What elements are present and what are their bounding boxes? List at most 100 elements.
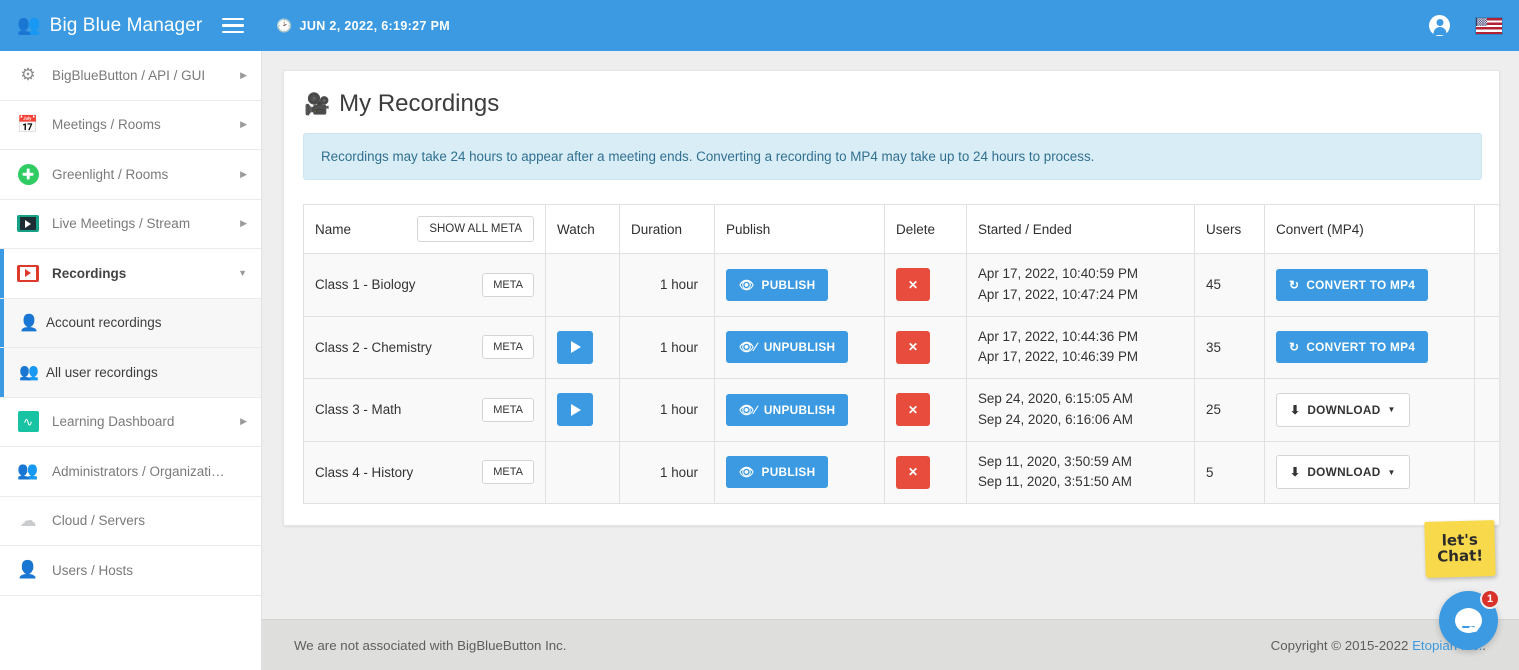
started-at: Sep 24, 2020, 6:15:05 AM	[978, 391, 1133, 407]
recordings-table: Name SHOW ALL META Watch Duration Publis…	[303, 204, 1499, 505]
publish-toggle-button[interactable]: 👁∕ UNPUBLISH	[726, 331, 849, 364]
publish-label: UNPUBLISH	[763, 340, 836, 355]
table-row: Class 1 - Biology META 1 hour 👁 PUBLISH ✕ Apr …	[303, 253, 1499, 317]
convert-to-mp4-button[interactable]: ↻ CONVERT TO MP4	[1276, 331, 1429, 364]
sidebar-item-greenlight[interactable]: Greenlight / Rooms ▶	[0, 150, 261, 200]
user-icon: 👤	[17, 560, 39, 580]
cell-delete: ✕	[884, 440, 967, 505]
cell-duration: 1 hour	[619, 315, 715, 380]
publish-toggle-button[interactable]: 👁 PUBLISH	[726, 456, 829, 489]
th-duration: Duration	[619, 204, 715, 254]
cell-convert: ⬇ DOWNLOAD ▼	[1264, 440, 1475, 505]
delete-button[interactable]: ✕	[896, 268, 930, 302]
chevron-right-icon: ▶	[240, 416, 247, 427]
topbar-actions	[1429, 15, 1519, 36]
brand-title: Big Blue Manager	[49, 14, 203, 36]
table-header-row: Name SHOW ALL META Watch Duration Publis…	[303, 204, 1499, 254]
download-dropdown-button[interactable]: ⬇ DOWNLOAD ▼	[1276, 455, 1410, 490]
convert-label: CONVERT TO MP4	[1306, 340, 1416, 355]
cell-watch	[545, 440, 620, 505]
publish-toggle-button[interactable]: 👁 PUBLISH	[726, 268, 829, 301]
cell-users: 35	[1194, 315, 1265, 380]
cell-tail	[1474, 315, 1499, 380]
meta-button[interactable]: META	[482, 460, 534, 485]
sidebar-item-label: Recordings	[52, 265, 127, 281]
sidebar-item-learning-dashboard[interactable]: ∿ Learning Dashboard ▶	[0, 397, 261, 447]
info-alert: Recordings may take 24 hours to appear a…	[303, 133, 1482, 180]
chevron-right-icon: ▶	[240, 168, 247, 179]
sidebar-item-label: Administrators / Organizati…	[52, 463, 225, 479]
publish-toggle-button[interactable]: 👁∕ UNPUBLISH	[726, 393, 849, 426]
sidebar-item-label: Cloud / Servers	[52, 513, 146, 529]
brand[interactable]: 👥 Big Blue Manager	[0, 0, 262, 51]
cloud-icon: ☁	[19, 510, 37, 530]
sidebar-item-recordings[interactable]: Recordings ▼	[0, 249, 261, 299]
eye-slash-icon: 👁∕	[739, 340, 757, 355]
delete-button[interactable]: ✕	[896, 455, 930, 489]
cell-dates: Sep 11, 2020, 3:50:59 AM Sep 11, 2020, 3:…	[966, 440, 1195, 505]
th-publish: Publish	[714, 204, 885, 254]
page-title-text: My Recordings	[339, 90, 500, 117]
sidebar-item-label: Users / Hosts	[52, 562, 134, 578]
publish-label: PUBLISH	[761, 277, 816, 292]
cell-tail	[1474, 253, 1499, 317]
user-circle-icon[interactable]	[1429, 15, 1450, 36]
activity-dashboard-icon: ∿	[13, 411, 43, 433]
sidebar-item-cloud-servers[interactable]: ☁ Cloud / Servers	[0, 496, 261, 546]
sidebar-item-meetings[interactable]: 📅 Meetings / Rooms ▶	[0, 100, 261, 150]
delete-button[interactable]: ✕	[896, 330, 930, 364]
sidebar-item-label: Learning Dashboard	[52, 414, 175, 430]
footer-disclaimer: We are not associated with BigBlueButton…	[294, 637, 567, 653]
eye-slash-icon: 👁∕	[739, 402, 757, 417]
sidebar-item-account-recordings[interactable]: 👤 Account recordings	[0, 298, 261, 348]
cell-dates: Sep 24, 2020, 6:15:05 AM Sep 24, 2020, 6:…	[966, 378, 1195, 442]
ended-at: Apr 17, 2022, 10:47:24 PM	[978, 286, 1139, 302]
cell-duration: 1 hour	[619, 440, 715, 505]
chat-unread-badge: 1	[1480, 589, 1500, 609]
cell-duration: 1 hour	[619, 253, 715, 317]
close-icon: ✕	[907, 340, 919, 355]
recording-name: Class 4 - History	[315, 464, 414, 480]
refresh-icon: ↻	[1289, 277, 1300, 292]
meta-button[interactable]: META	[482, 397, 534, 422]
play-button[interactable]	[557, 393, 593, 427]
download-icon: ⬇	[1290, 402, 1301, 417]
sidebar-item-label: BigBlueButton / API / GUI	[52, 67, 206, 83]
sidebar-item-live-meetings[interactable]: Live Meetings / Stream ▶	[0, 199, 261, 249]
clock-icon: 🕑	[276, 18, 293, 33]
recording-name: Class 1 - Biology	[315, 277, 416, 293]
show-all-meta-button[interactable]: SHOW ALL META	[417, 216, 534, 242]
convert-to-mp4-button[interactable]: ↻ CONVERT TO MP4	[1276, 268, 1429, 301]
cell-publish: 👁∕ UNPUBLISH	[714, 315, 885, 380]
download-dropdown-button[interactable]: ⬇ DOWNLOAD ▼	[1276, 392, 1410, 427]
lets-chat-note[interactable]: let's Chat!	[1424, 520, 1496, 578]
datetime-display: 🕑 JUN 2, 2022, 6:19:27 PM	[262, 19, 450, 33]
th-delete: Delete	[884, 204, 967, 254]
top-bar: 👥 Big Blue Manager 🕑 JUN 2, 2022, 6:19:2…	[0, 0, 1519, 51]
chat-launcher-button[interactable]: 1	[1439, 589, 1500, 650]
sidebar-item-all-user-recordings[interactable]: 👥 All user recordings	[0, 348, 261, 398]
sidebar-item-administrators[interactable]: 👥 Administrators / Organizati…	[0, 447, 261, 497]
recording-name: Class 2 - Chemistry	[315, 339, 432, 355]
ended-at: Apr 17, 2022, 10:46:39 PM	[978, 349, 1139, 365]
sidebar-item-users-hosts[interactable]: 👤 Users / Hosts	[0, 546, 261, 596]
cell-users: 25	[1194, 378, 1265, 442]
meta-button[interactable]: META	[482, 335, 534, 360]
app-root: 👥 Big Blue Manager 🕑 JUN 2, 2022, 6:19:2…	[0, 0, 1519, 670]
us-flag-icon[interactable]	[1476, 17, 1502, 34]
hamburger-icon[interactable]	[222, 17, 244, 34]
started-at: Sep 11, 2020, 3:50:59 AM	[978, 453, 1132, 469]
chevron-down-icon: ▼	[238, 267, 247, 278]
cell-convert: ↻ CONVERT TO MP4	[1264, 253, 1475, 317]
close-icon: ✕	[907, 277, 919, 292]
film-icon: 🎥	[304, 92, 331, 116]
cell-users: 5	[1194, 440, 1265, 505]
sidebar-item-bigbluebutton[interactable]: ⚙ BigBlueButton / API / GUI ▶	[0, 51, 261, 101]
meta-button[interactable]: META	[482, 272, 534, 297]
delete-button[interactable]: ✕	[896, 393, 930, 427]
note-text: let's Chat!	[1437, 531, 1483, 566]
play-button[interactable]	[557, 330, 593, 364]
table-row: Class 2 - Chemistry META 1 hour 👁∕ UNPUBLISH…	[303, 315, 1499, 380]
cell-delete: ✕	[884, 378, 967, 442]
ended-at: Sep 11, 2020, 3:51:50 AM	[978, 474, 1132, 490]
